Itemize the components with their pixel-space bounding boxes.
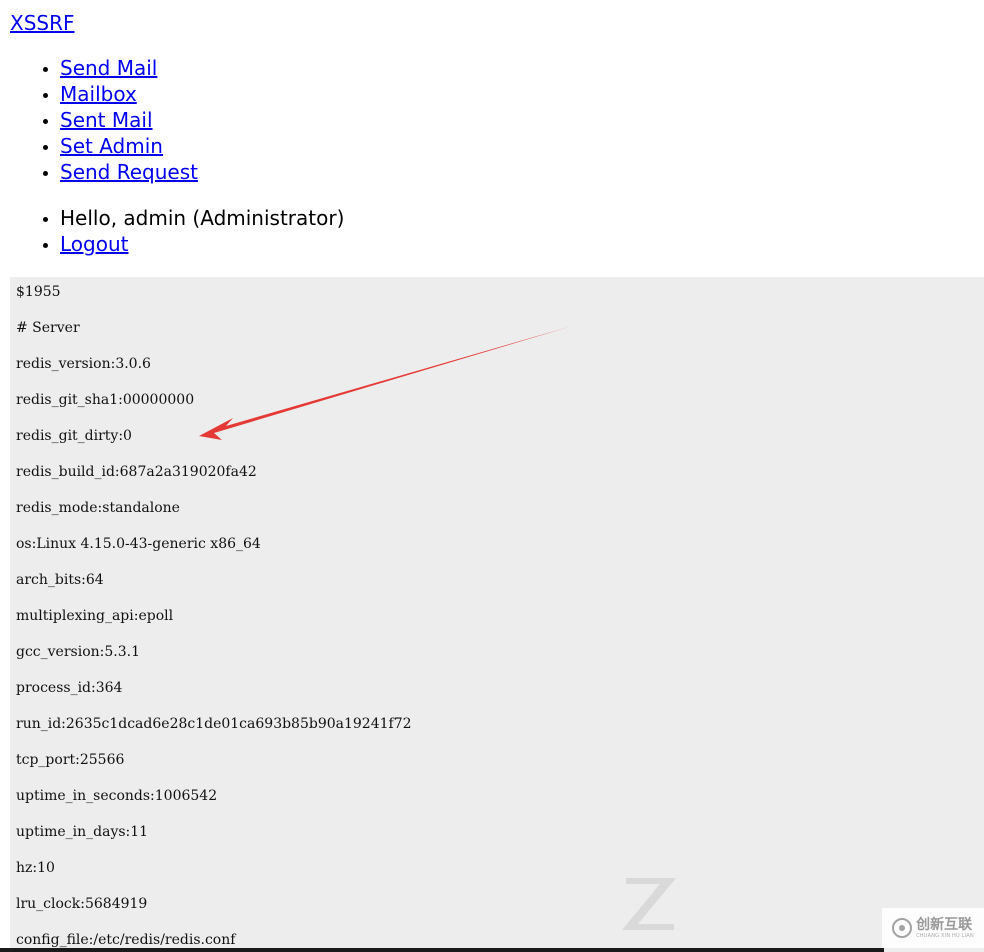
response-line: multiplexing_api:epoll — [16, 608, 174, 624]
response-line: tcp_port:25566 — [16, 752, 125, 768]
response-line: uptime_in_seconds:1006542 — [16, 788, 218, 804]
response-line: redis_build_id:687a2a319020fa42 — [16, 464, 257, 480]
response-line: process_id:364 — [16, 680, 123, 696]
watermark-subtitle: CHUANG XIN HU LIAN — [916, 932, 974, 939]
bottom-edge-bar — [0, 948, 884, 952]
response-line: lru_clock:5684919 — [16, 896, 148, 912]
logout-link[interactable]: Logout — [60, 232, 128, 256]
nav-item-set-admin: Set Admin — [60, 133, 198, 159]
watermark-logo: 创新互联 CHUANG XIN HU LIAN — [882, 908, 984, 948]
nav-item-send-request: Send Request — [60, 159, 198, 185]
brand-link[interactable]: XSSRF — [10, 10, 75, 36]
user-greeting-item: Hello, admin (Administrator) — [60, 205, 344, 231]
response-line: uptime_in_days:11 — [16, 824, 149, 840]
response-line: arch_bits:64 — [16, 572, 104, 588]
nav-item-sent-mail: Sent Mail — [60, 107, 198, 133]
user-greeting: Hello, admin (Administrator) — [60, 206, 345, 230]
sent-mail-link[interactable]: Sent Mail — [60, 108, 153, 132]
watermark-title: 创新互联 — [916, 916, 973, 933]
response-output-panel: $1955 # Server redis_version:3.0.6 redis… — [10, 277, 984, 952]
send-mail-link[interactable]: Send Mail — [60, 56, 157, 80]
watermark-logo-icon — [892, 918, 913, 938]
send-request-link[interactable]: Send Request — [60, 160, 198, 184]
response-line: # Server — [16, 320, 80, 336]
response-line: run_id:2635c1dcad6e28c1de01ca693b85b90a1… — [16, 716, 412, 732]
response-line: redis_git_dirty:0 — [16, 428, 132, 444]
faint-watermark-shape — [622, 878, 676, 930]
response-line: redis_mode:standalone — [16, 500, 180, 516]
response-line: config_file:/etc/redis/redis.conf — [16, 932, 236, 948]
set-admin-link[interactable]: Set Admin — [60, 134, 163, 158]
user-menu: Hello, admin (Administrator) Logout — [60, 205, 344, 257]
mailbox-link[interactable]: Mailbox — [60, 82, 137, 106]
logout-item: Logout — [60, 231, 344, 257]
response-line: redis_git_sha1:00000000 — [16, 392, 195, 408]
response-line: gcc_version:5.3.1 — [16, 644, 140, 660]
response-line: os:Linux 4.15.0-43-generic x86_64 — [16, 536, 261, 552]
response-line: hz:10 — [16, 860, 55, 876]
main-nav: Send Mail Mailbox Sent Mail Set Admin Se… — [60, 55, 198, 185]
nav-item-send-mail: Send Mail — [60, 55, 198, 81]
nav-item-mailbox: Mailbox — [60, 81, 198, 107]
response-line: redis_version:3.0.6 — [16, 356, 151, 372]
response-line: $1955 — [16, 284, 61, 300]
